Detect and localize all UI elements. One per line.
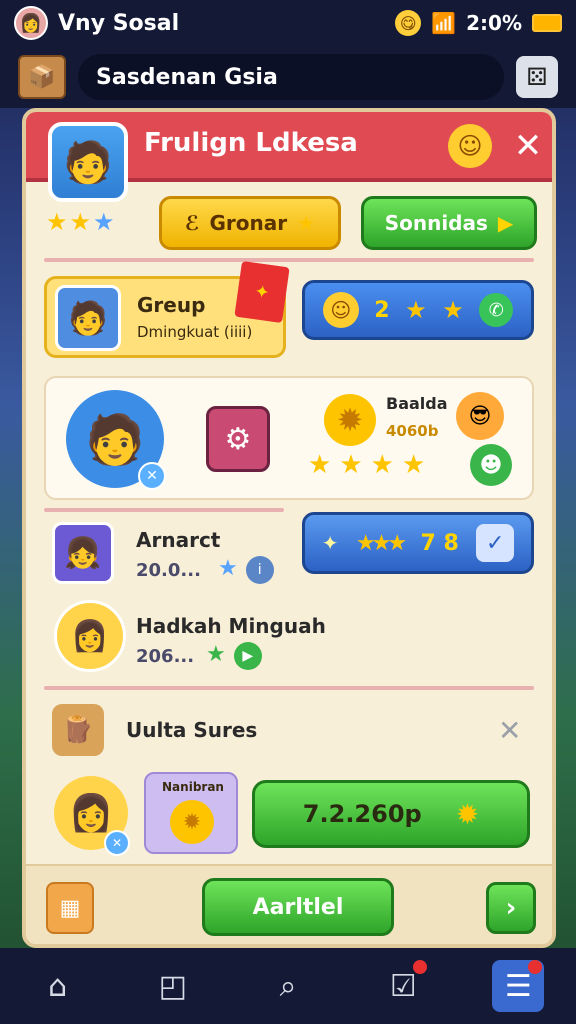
offer-card[interactable]: Nanibran ✹ [144, 772, 238, 854]
search-icon[interactable]: ⌕ [262, 960, 314, 1012]
price-label: 7.2.260p [302, 800, 422, 828]
row-value: 206... [136, 646, 195, 667]
chat-icon: ✆ [479, 293, 514, 327]
notification-dot [528, 960, 543, 974]
offer-row: 👩 ✕ Nanibran ✹ 7.2.260p ✹ [44, 772, 534, 862]
star-icon: ★ [93, 208, 115, 236]
calendar-icon[interactable]: ▦ [46, 882, 94, 934]
swirl-icon: ℰ [184, 211, 200, 235]
divider [44, 686, 534, 690]
tasks-icon[interactable]: ☑ [377, 960, 429, 1012]
gronar-button[interactable]: ℰ Gronar ★ [159, 196, 341, 250]
offer-card-label: Nanibran [162, 780, 224, 794]
smile-icon[interactable]: ☺ [448, 124, 492, 168]
price-button[interactable]: 7.2.260p ✹ [252, 780, 530, 848]
star-icon: ★ [206, 642, 226, 667]
feature-stars: ★ ★ ★ ★ [308, 450, 425, 480]
divider [44, 258, 534, 262]
app-name: Vny Sosal [58, 10, 180, 36]
menu-icon[interactable]: ☰ [492, 960, 545, 1012]
dice-button[interactable]: ⚄ [516, 56, 558, 98]
feature-label: Baalda [386, 394, 448, 413]
rating-stars: ★ ★ ★ [46, 208, 115, 236]
row-icons: ★ ▶ [206, 642, 262, 670]
stars-icon: ★★★ [355, 530, 407, 556]
bottom-nav: ⌂ ◰ ⌕ ☑ ☰ [0, 948, 576, 1024]
profile-picture[interactable]: 🧑 [48, 122, 128, 202]
signal-icon: 📶 [431, 11, 457, 35]
star-icon: ★ [69, 208, 92, 236]
panel-footer: ▦ Aarltlel › [26, 864, 552, 944]
star-icon: ★ [46, 208, 68, 236]
star-icon: ★ [405, 296, 427, 324]
badge-icon: ✕ [104, 830, 130, 856]
smile-icon: ☺ [322, 292, 359, 328]
home-icon[interactable]: ⌂ [32, 960, 84, 1012]
star-icon: ★ [218, 556, 238, 581]
row-avatar: 👧 [52, 522, 114, 584]
status-indicators: 😋 📶 2:0% [395, 10, 562, 36]
green-face-icon: ☻ [470, 444, 512, 486]
battery-text: 2:0% [466, 11, 522, 35]
coin-icon: ✹ [170, 800, 214, 844]
star-icon: ★ [297, 211, 316, 235]
cool-face-icon: 😎 [456, 392, 504, 440]
list-item[interactable]: 👩 Hadkah Minguah 206... ★ ▶ [44, 600, 534, 680]
star-icon: ★ [339, 450, 363, 480]
next-button[interactable]: › [486, 882, 536, 934]
search-input[interactable]: Sasdenan Gsia [78, 54, 504, 100]
row-value: 20.0... [136, 560, 201, 581]
badge-icon: ✕ [138, 462, 166, 490]
feature-card[interactable]: 🧑 ✕ ⚙ ✹ Baalda 4060b ★ ★ ★ ★ 😎 ☻ [44, 376, 534, 500]
wood-icon: 🪵 [52, 704, 104, 756]
main-panel: 🧑 Frulign Ldkesa ☺ ✕ ★ ★ ★ ℰ Gronar ★ So… [22, 108, 556, 948]
battery-icon [532, 14, 562, 32]
emoji-icon: 😋 [395, 10, 422, 36]
divider [44, 508, 284, 512]
arrow-icon: ▶ [497, 211, 514, 235]
rating-pill[interactable]: ✦ ★★★ 7 8 ✓ [302, 512, 534, 574]
action-button[interactable]: Aarltlel [202, 878, 394, 936]
close-icon[interactable]: ✕ [498, 714, 521, 747]
status-bar: 👩 Vny Sosal 😋 📶 2:0% [0, 0, 576, 46]
info-icon: i [245, 556, 274, 584]
sonnidas-button-label: Sonnidas [384, 211, 488, 235]
user-avatar[interactable]: 👩 [14, 6, 48, 40]
panel-title: Frulign Ldkesa [144, 128, 358, 158]
group-subtitle: Dmingkuat (iiii) [137, 323, 253, 341]
group-avatar: 🧑 [55, 285, 121, 351]
section-title: Uulta Sures [126, 718, 258, 742]
flag-icon: ✦ [234, 260, 290, 324]
star-icon: ★ [401, 450, 426, 480]
sonnidas-button[interactable]: Sonnidas ▶ [361, 196, 537, 250]
group-name: Greup [137, 293, 206, 317]
map-icon[interactable]: ◰ [147, 960, 199, 1012]
row-icons: ★ i [218, 556, 274, 584]
check-icon[interactable]: ✓ [476, 524, 515, 562]
row-avatar: 👩 [54, 600, 126, 672]
gear-icon: ✹ [455, 797, 480, 831]
gronar-button-label: Gronar [209, 211, 288, 235]
star-icon: ★ [370, 450, 394, 480]
stats-pill[interactable]: ☺ 2 ★ ★ ✆ [302, 280, 534, 340]
stats-count: 2 [374, 297, 390, 323]
notification-dot [413, 960, 428, 974]
star-icon: ★ [308, 450, 332, 480]
star-icon: ★ [442, 296, 464, 324]
play-icon: ▶ [233, 642, 262, 670]
row-title: Hadkah Minguah [136, 614, 326, 638]
rating-numbers: 7 8 [420, 530, 459, 556]
search-row: 📦 Sasdenan Gsia ⚄ [0, 46, 576, 108]
machine-icon: ⚙ [206, 406, 270, 472]
gear-icon: ✹ [324, 394, 376, 446]
close-icon[interactable]: ✕ [508, 126, 548, 166]
feature-value: 4060b [386, 422, 439, 440]
sparkle-icon: ✦ [321, 531, 339, 555]
row-title: Arnarct [136, 528, 221, 552]
treasure-box-icon[interactable]: 📦 [18, 55, 66, 99]
